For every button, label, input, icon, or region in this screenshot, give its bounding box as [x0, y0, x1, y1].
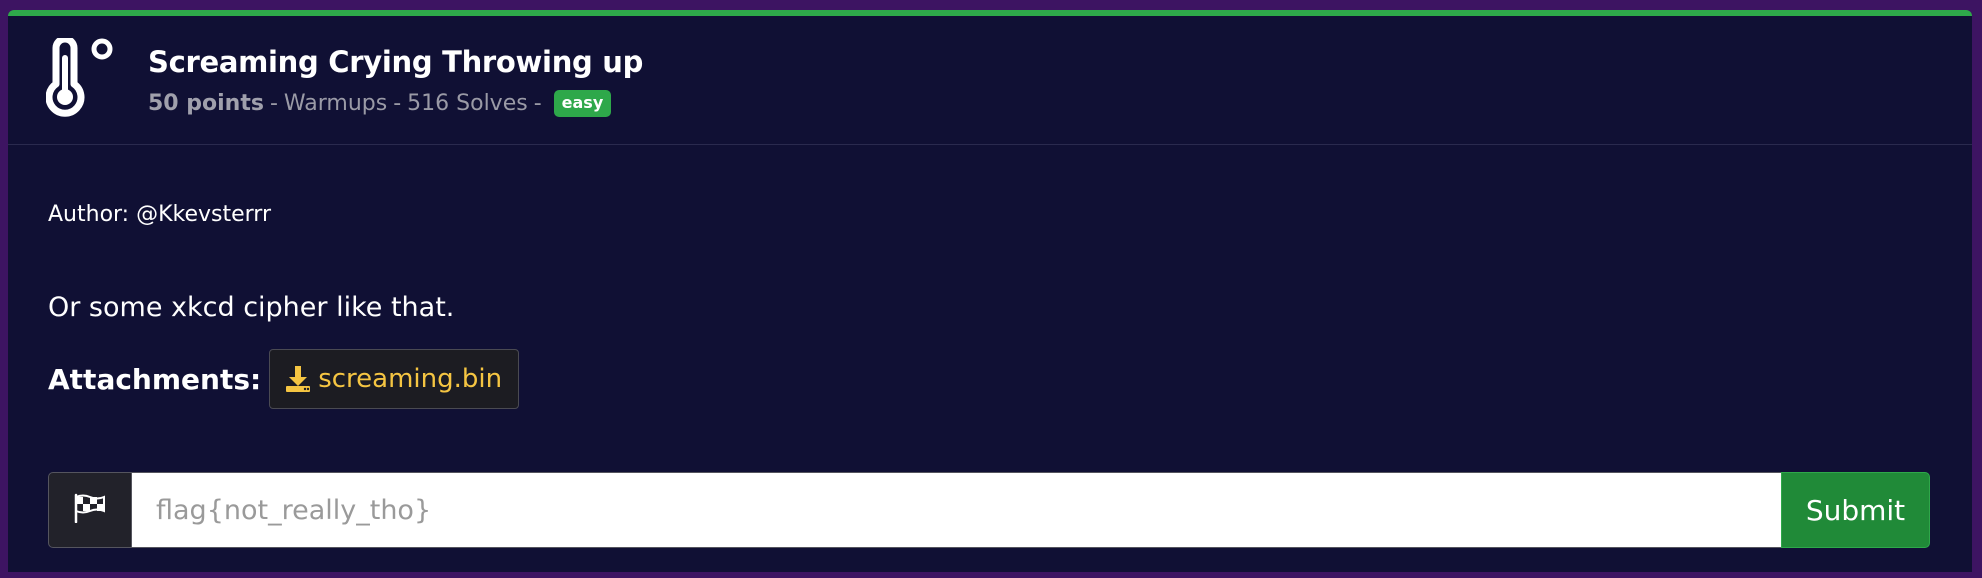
- meta-separator: -: [393, 91, 402, 116]
- attachment-filename: screaming.bin: [318, 364, 503, 394]
- attachment-download-button[interactable]: screaming.bin: [269, 349, 520, 409]
- difficulty-badge: easy: [553, 90, 612, 117]
- submit-button[interactable]: Submit: [1781, 472, 1930, 548]
- challenge-title: Screaming Crying Throwing up: [148, 45, 644, 79]
- category-label: Warmups: [283, 91, 388, 116]
- author-line: Author: @Kkevsterrr: [48, 202, 272, 227]
- download-icon: [284, 365, 312, 393]
- flag-submission-form: Submit: [48, 472, 1930, 548]
- flag-input[interactable]: [132, 472, 1781, 548]
- attachments-label: Attachments:: [48, 362, 262, 396]
- challenge-header: Screaming Crying Throwing up 50 points -…: [8, 16, 1972, 145]
- attachments-row: Attachments: screaming.bin: [48, 348, 520, 410]
- solves-count: 516 Solves: [407, 91, 528, 116]
- points-value: 50 points: [148, 91, 264, 116]
- challenge-card: Screaming Crying Throwing up 50 points -…: [8, 10, 1972, 572]
- checkered-flag-icon: [73, 493, 107, 527]
- meta-separator: -: [269, 91, 278, 116]
- flag-input-addon: [48, 472, 132, 548]
- challenge-description: Or some xkcd cipher like that.: [48, 292, 455, 323]
- meta-separator: -: [533, 91, 542, 116]
- thermometer-icon: [45, 35, 126, 118]
- challenge-meta: 50 points - Warmups - 516 Solves - easy: [148, 90, 612, 117]
